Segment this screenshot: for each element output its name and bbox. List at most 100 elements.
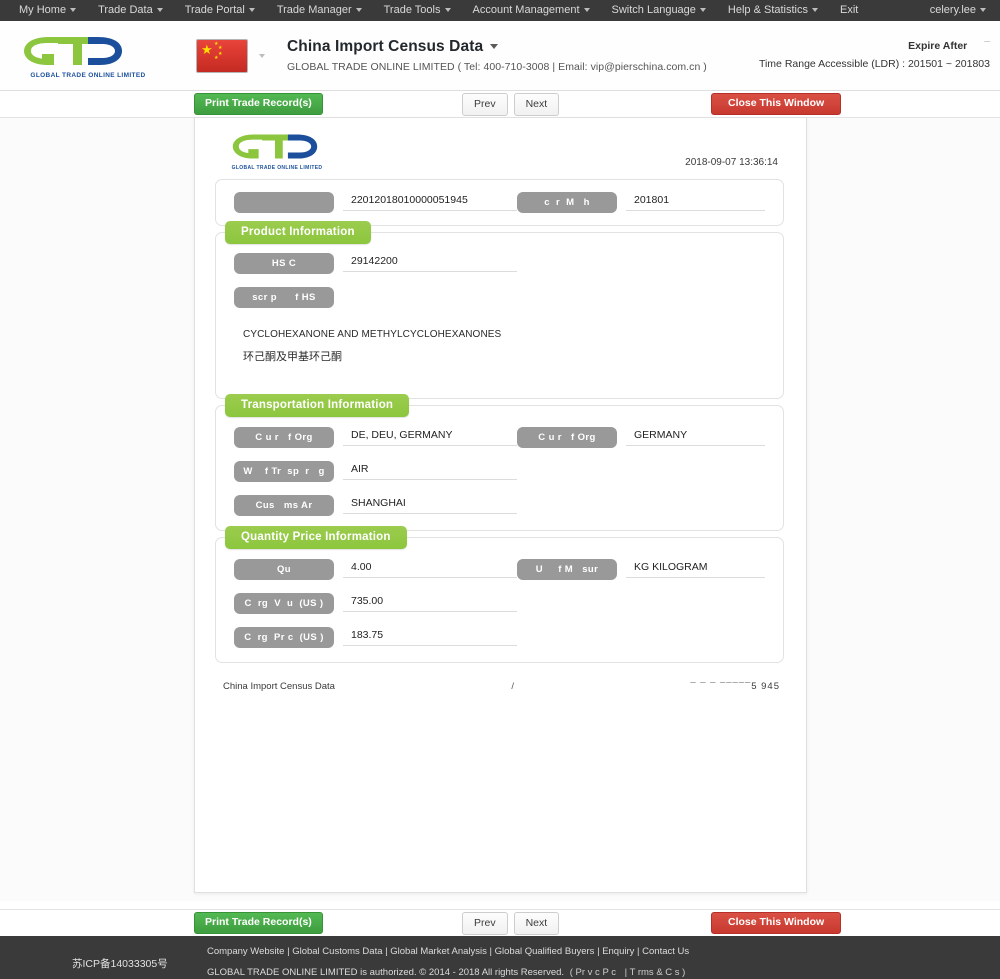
nav-item-exit[interactable]: Exit: [829, 0, 869, 21]
nav-item-help-statistics[interactable]: Help & Statistics: [717, 0, 829, 21]
nav-item-trade-portal[interactable]: Trade Portal: [174, 0, 266, 21]
footer-link-separator: |: [634, 946, 643, 957]
title-block: China Import Census Data GLOBAL TRADE ON…: [287, 38, 759, 73]
clear-month-value: 201801: [626, 194, 765, 211]
nav-item-switch-language[interactable]: Switch Language: [601, 0, 717, 21]
customs-area-value: SHANGHAI: [343, 497, 517, 514]
footer-link-global-qualified-buyers[interactable]: Global Qualified Buyers: [495, 946, 595, 957]
close-this-window-button-bottom[interactable]: Close This Window: [711, 911, 842, 935]
next-button-bottom[interactable]: Next: [513, 911, 560, 935]
chevron-down-icon: [980, 8, 986, 13]
transport-row: Cus ms Ar SHANGHAI: [234, 495, 765, 516]
nav-item-label: Switch Language: [611, 4, 696, 16]
chevron-down-icon: [444, 8, 451, 13]
pager-bottom: Prev Next: [462, 911, 560, 935]
chevron-down-icon: [248, 8, 255, 13]
country-of-origin-alt-field: C u r f Org GERMANY: [517, 427, 765, 448]
cargo-value-label: C rg V u (US ): [234, 593, 334, 614]
footer-link-contact-us[interactable]: Contact Us: [642, 946, 689, 957]
document-timestamp: 2018-09-07 13:36:14: [685, 157, 778, 168]
copyright-terms: | T rms & C s ): [624, 967, 686, 978]
nav-item-label: Trade Tools: [383, 4, 441, 16]
hs-code-value: 29142200: [343, 255, 517, 272]
prev-button-bottom[interactable]: Prev: [462, 911, 508, 935]
hs-description-field: scr p f HS: [234, 287, 517, 308]
id-row: 22012018010000051945 c r M h 201801: [234, 192, 765, 213]
country-of-origin-alt-label: C u r f Org: [517, 427, 617, 448]
gto-logo-icon: [232, 134, 318, 159]
nav-item-my-home[interactable]: My Home: [8, 0, 87, 21]
way-of-transport-label: W f Tr sp r g: [234, 461, 334, 482]
country-of-origin-label: C u r f Org: [234, 427, 334, 448]
transportation-information-body: C u r f Org DE, DEU, GERMANY C u r f Org…: [234, 420, 765, 516]
hs-description-row: scr p f HS: [234, 287, 765, 308]
clear-month-field: c r M h 201801: [517, 192, 765, 213]
footer-link-global-market-analysis[interactable]: Global Market Analysis: [390, 946, 487, 957]
top-navigation-bar: My Home Trade Data Trade Portal Trade Manag…: [0, 0, 1000, 21]
quantity-price-information-body: Qu 4.00 U f M sur KG KILOGRAM C rg V u (…: [234, 552, 765, 648]
chevron-down-icon: [812, 8, 819, 13]
hs-code-label: HS C: [234, 253, 334, 274]
product-description-block: CYCLOHEXANONE AND METHYLCYCLOHEXANONES 环…: [234, 321, 765, 366]
hs-code-row: HS C 29142200: [234, 253, 765, 274]
footer-link-global-customs-data[interactable]: Global Customs Data: [292, 946, 382, 957]
way-of-transport-field: W f Tr sp r g AIR: [234, 461, 517, 482]
nav-user-menu[interactable]: celery.lee: [919, 0, 992, 21]
cargo-price-field: C rg Pr c (US ) 183.75: [234, 627, 517, 648]
country-flag-selector[interactable]: ★ ★ ★ ★ ★: [196, 38, 265, 73]
nav-items: My Home Trade Data Trade Portal Trade Manag…: [8, 0, 869, 21]
icp-license-number: 苏ICP备14033305号: [72, 958, 168, 970]
nav-item-trade-data[interactable]: Trade Data: [87, 0, 174, 21]
content-area: GLOBAL TRADE ONLINE LIMITED 2018-09-07 1…: [0, 118, 1000, 901]
pager-top: Prev Next: [462, 92, 560, 116]
footer-link-enquiry[interactable]: Enquiry: [602, 946, 634, 957]
nav-item-trade-manager[interactable]: Trade Manager: [266, 0, 373, 21]
toolbar-bottom: Print Trade Record(s) Prev Next Close Th…: [0, 909, 1000, 936]
nav-item-label: Account Management: [472, 4, 580, 16]
unit-of-measure-value: KG KILOGRAM: [626, 561, 765, 578]
print-trade-records-button[interactable]: Print Trade Record(s): [194, 92, 323, 116]
document-logo: GLOBAL TRADE ONLINE LIMITED: [227, 131, 327, 171]
country-of-origin-alt-value: GERMANY: [626, 429, 765, 446]
product-description-english: CYCLOHEXANONE AND METHYLCYCLOHEXANONES: [243, 329, 502, 340]
nav-item-account-management[interactable]: Account Management: [462, 0, 601, 21]
footer-link-separator: |: [486, 946, 495, 957]
customs-area-label: Cus ms Ar: [234, 495, 334, 516]
cargo-price-value: 183.75: [343, 629, 517, 646]
company-contact-line: GLOBAL TRADE ONLINE LIMITED ( Tel: 400-7…: [287, 61, 707, 73]
record-number-field: 22012018010000051945: [234, 192, 517, 213]
chevron-down-icon: [259, 53, 265, 58]
expire-after-row: Expire After ¯: [759, 38, 990, 55]
site-logo[interactable]: GLOBAL TRADE ONLINE LIMITED: [18, 33, 158, 79]
page-title[interactable]: China Import Census Data: [287, 38, 759, 56]
china-flag-icon: ★ ★ ★ ★ ★: [196, 38, 248, 73]
footer-links-wrap: Company Website | Global Customs Data | …: [207, 946, 689, 957]
print-trade-records-button-bottom[interactable]: Print Trade Record(s): [194, 911, 323, 935]
logo-subtitle: GLOBAL TRADE ONLINE LIMITED: [30, 71, 146, 79]
nav-item-trade-tools[interactable]: Trade Tools: [373, 0, 462, 21]
record-identification-box: 22012018010000051945 c r M h 201801: [215, 179, 784, 226]
document-footer-separator: /: [511, 681, 514, 692]
document-footer-reference: ¯ ¯ ¯ ¯¯¯¯¯5 945: [690, 681, 780, 692]
close-this-window-button[interactable]: Close This Window: [711, 92, 842, 116]
prev-button[interactable]: Prev: [462, 92, 508, 116]
trade-record-document: GLOBAL TRADE ONLINE LIMITED 2018-09-07 1…: [194, 118, 807, 893]
chevron-down-icon: [490, 44, 499, 50]
product-information-legend: Product Information: [225, 221, 371, 244]
cargo-value-value: 735.00: [343, 595, 517, 612]
cargo-price-label: C rg Pr c (US ): [234, 627, 334, 648]
document-header: GLOBAL TRADE ONLINE LIMITED 2018-09-07 1…: [195, 118, 806, 171]
chevron-down-icon: [355, 8, 362, 13]
gto-logo-icon: [24, 36, 122, 65]
page-header: GLOBAL TRADE ONLINE LIMITED ★ ★ ★ ★ ★ China…: [0, 21, 1000, 91]
footer-link-company-website[interactable]: Company Website: [207, 946, 284, 957]
toolbar-top: Print Trade Record(s) Prev Next Close Th…: [0, 91, 1000, 118]
hs-description-label: scr p f HS: [234, 287, 334, 308]
document-footer: China Import Census Data / ¯ ¯ ¯ ¯¯¯¯¯5 …: [195, 663, 806, 692]
transport-row: C u r f Org DE, DEU, GERMANY C u r f Org…: [234, 427, 765, 448]
next-button[interactable]: Next: [513, 92, 560, 116]
footer-links: Company Website | Global Customs Data | …: [207, 946, 689, 957]
nav-item-label: My Home: [19, 4, 67, 16]
footer-copyright: GLOBAL TRADE ONLINE LIMITED is authorize…: [207, 967, 688, 978]
quantity-value: 4.00: [343, 561, 517, 578]
